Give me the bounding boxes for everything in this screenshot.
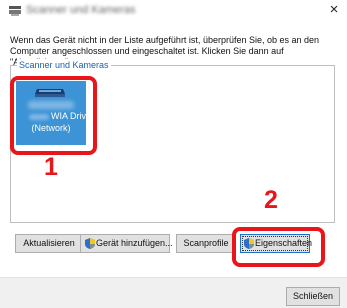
callout-box-2 bbox=[232, 227, 325, 267]
add-device-button[interactable]: Gerät hinzufügen... bbox=[80, 234, 173, 253]
refresh-button[interactable]: Aktualisieren bbox=[15, 234, 83, 253]
window-title: Scanner und Kameras bbox=[26, 4, 136, 16]
scan-profiles-button[interactable]: Scanprofile bbox=[176, 234, 236, 253]
callout-box-1 bbox=[10, 76, 97, 155]
scanner-app-icon bbox=[9, 6, 21, 16]
scanners-cameras-dialog: Scanner und Kameras × Wenn das Gerät nic… bbox=[0, 0, 347, 308]
step-number-2: 2 bbox=[264, 186, 278, 214]
shield-icon bbox=[85, 238, 95, 249]
close-button[interactable]: Schließen bbox=[286, 287, 340, 306]
add-device-label: Gerät hinzufügen... bbox=[96, 238, 173, 248]
step-number-1: 1 bbox=[44, 153, 58, 181]
group-legend: Scanner und Kameras bbox=[17, 59, 111, 71]
close-icon[interactable]: × bbox=[325, 0, 343, 20]
title-bar: Scanner und Kameras × bbox=[0, 0, 347, 22]
